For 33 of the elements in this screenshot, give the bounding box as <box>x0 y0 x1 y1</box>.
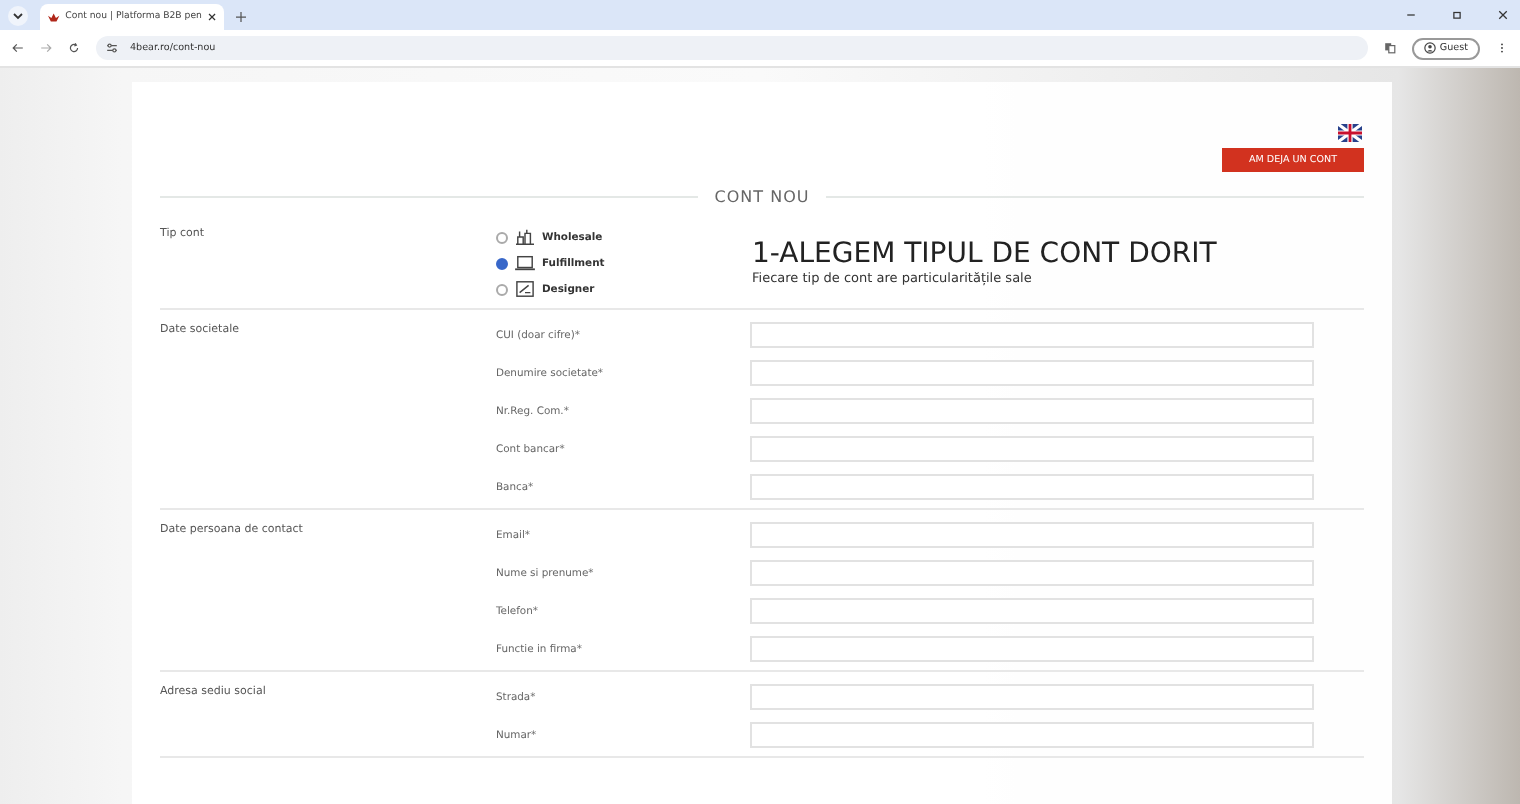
radio-button[interactable] <box>496 257 508 269</box>
restore-icon[interactable] <box>1452 10 1462 20</box>
input-field[interactable] <box>750 560 1314 586</box>
flag-icon[interactable] <box>1338 124 1362 142</box>
reload-icon[interactable] <box>68 42 80 54</box>
input-field[interactable] <box>750 322 1314 348</box>
close-icon[interactable] <box>1498 10 1508 20</box>
close-icon[interactable] <box>207 12 216 22</box>
input-field[interactable] <box>750 684 1314 710</box>
site-settings-icon[interactable] <box>106 42 118 54</box>
input-field[interactable] <box>750 398 1314 424</box>
form-title: CONT NOU <box>714 188 810 206</box>
translate-icon[interactable] <box>1383 42 1396 54</box>
input-field[interactable] <box>750 598 1314 624</box>
input-field[interactable] <box>750 722 1314 748</box>
crown-icon <box>48 11 60 23</box>
chevron-down-icon[interactable] <box>8 6 28 26</box>
minimize-icon[interactable] <box>1406 10 1416 20</box>
input-field[interactable] <box>750 636 1314 662</box>
input-field[interactable] <box>750 360 1314 386</box>
person-icon <box>1423 42 1436 54</box>
input-field[interactable] <box>750 522 1314 548</box>
laptop-icon <box>514 254 536 272</box>
input-field[interactable] <box>750 436 1314 462</box>
radio-button[interactable] <box>496 231 508 243</box>
input-field[interactable] <box>750 474 1314 500</box>
step-heading: 1-ALEGEM TIPUL DE CONT DORIT <box>752 238 1217 270</box>
boxes-icon <box>514 228 536 246</box>
radio-button[interactable] <box>496 283 508 295</box>
back-icon[interactable] <box>12 42 24 54</box>
easel-icon <box>514 280 536 298</box>
plus-icon[interactable] <box>236 12 246 22</box>
forward-icon[interactable] <box>40 42 52 54</box>
